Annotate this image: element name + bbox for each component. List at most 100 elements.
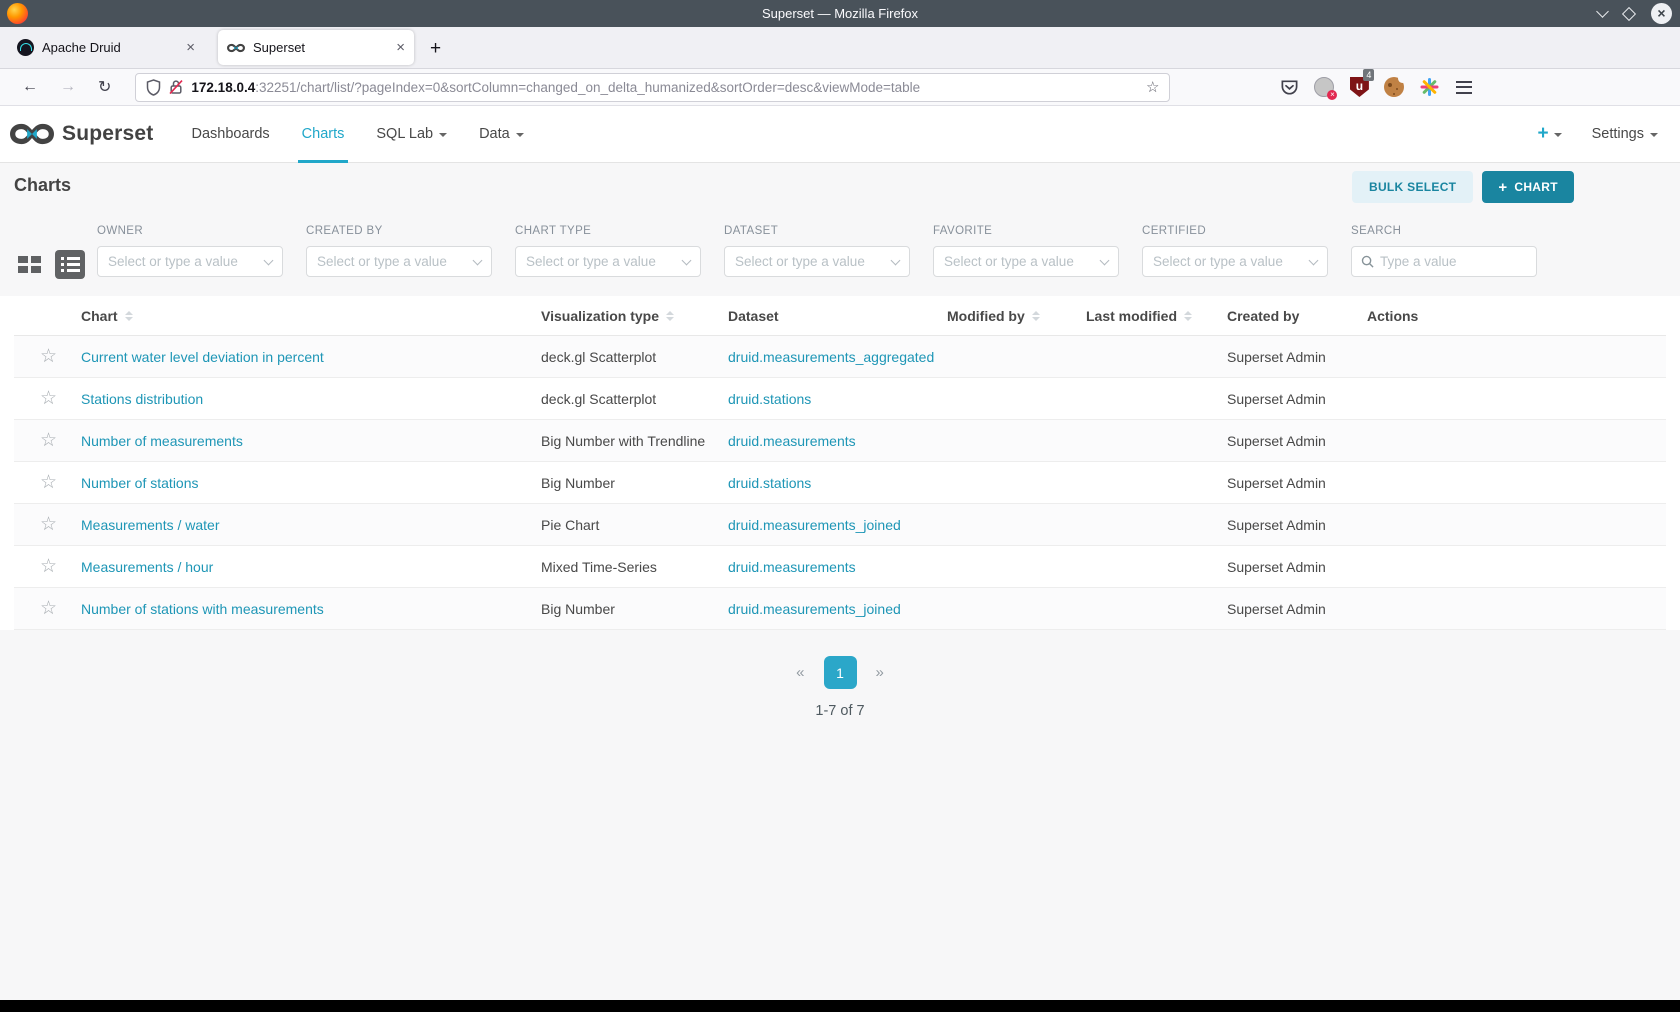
chevron-down-icon — [439, 133, 448, 137]
tab-apache-druid[interactable]: Apache Druid × — [8, 30, 204, 65]
reload-icon[interactable]: ↻ — [98, 77, 111, 97]
chevron-down-icon — [1553, 133, 1562, 137]
filter-label: FAVORITE — [933, 225, 993, 237]
chart-name-link[interactable]: Stations distribution — [81, 391, 541, 407]
chart-name-link[interactable]: Number of stations with measurements — [81, 601, 541, 617]
new-tab-button[interactable]: + — [430, 38, 441, 60]
viz-type-cell: Big Number with Trendline — [541, 432, 706, 449]
chart-name-link[interactable]: Measurements / water — [81, 517, 541, 533]
sort-icon[interactable] — [124, 310, 133, 321]
column-modified-by[interactable]: Modified by — [947, 308, 1086, 324]
superset-logo[interactable]: Superset — [10, 106, 153, 162]
chart-name-link[interactable]: Number of measurements — [81, 433, 541, 449]
favorite-star-icon[interactable]: ☆ — [14, 471, 81, 494]
select-placeholder: Select or type a value — [735, 254, 865, 269]
cookie-icon[interactable] — [1383, 74, 1408, 98]
nav-charts[interactable]: Charts — [286, 106, 361, 163]
sort-icon[interactable] — [666, 310, 674, 321]
favorite-star-icon[interactable]: ☆ — [14, 555, 81, 578]
nav-dashboards[interactable]: Dashboards — [175, 106, 285, 162]
maximize-icon[interactable] — [1621, 6, 1637, 21]
nav-data[interactable]: Data — [463, 106, 540, 162]
tracking-shield-icon[interactable] — [146, 78, 161, 96]
chart-name-link[interactable]: Measurements / hour — [81, 559, 541, 575]
chart-name-link[interactable]: Current water level deviation in percent — [81, 349, 541, 365]
tab-close-icon[interactable]: × — [186, 40, 195, 55]
sort-icon[interactable] — [1031, 310, 1040, 321]
url-bar[interactable]: 172.18.0.4:32251/chart/list/?pageIndex=0… — [135, 72, 1171, 102]
pagination-next[interactable]: » — [876, 664, 884, 681]
superset-favicon-icon — [227, 43, 245, 53]
favorite-star-icon[interactable]: ☆ — [14, 597, 81, 620]
search-icon — [1361, 255, 1374, 268]
navbar-right: + Settings — [1537, 106, 1658, 162]
column-dataset: Dataset — [728, 307, 779, 324]
filter-label: CHART TYPE — [515, 225, 592, 237]
dataset-link[interactable]: druid.stations — [728, 475, 947, 491]
view-toggle — [18, 250, 85, 279]
dataset-link[interactable]: druid.measurements_aggregated — [728, 349, 947, 365]
nav-label: Charts — [301, 126, 345, 142]
sort-icon[interactable] — [1184, 310, 1193, 321]
dataset-link[interactable]: druid.measurements_joined — [728, 517, 947, 533]
menu-icon[interactable] — [1453, 76, 1475, 98]
new-item-menu[interactable]: + — [1537, 123, 1562, 145]
filter-bar: OWNER Select or type a value CREATED BY … — [97, 225, 1560, 277]
tab-close-icon[interactable]: × — [396, 40, 405, 55]
settings-menu[interactable]: Settings — [1592, 126, 1658, 142]
column-viz-type[interactable]: Visualization type — [541, 308, 728, 324]
dataset-link[interactable]: druid.measurements — [728, 559, 947, 575]
owner-select[interactable]: Select or type a value — [97, 246, 283, 277]
created-by-cell: Superset Admin — [1227, 432, 1326, 449]
bookmark-star-icon[interactable]: ☆ — [1146, 78, 1159, 96]
page-title: Charts — [14, 175, 72, 195]
bulk-select-button[interactable]: BULK SELECT — [1352, 171, 1474, 203]
chart-name-link[interactable]: Number of stations — [81, 475, 541, 491]
chevron-down-icon — [681, 255, 692, 265]
search-input[interactable] — [1380, 254, 1557, 269]
favorite-star-icon[interactable]: ☆ — [14, 345, 81, 368]
viz-type-cell: Pie Chart — [541, 516, 600, 533]
window-title: Superset — Mozilla Firefox — [761, 6, 919, 21]
favorite-star-icon[interactable]: ☆ — [14, 387, 81, 410]
pocket-icon[interactable] — [1278, 76, 1300, 98]
insecure-lock-icon[interactable] — [169, 79, 183, 95]
favorite-star-icon[interactable]: ☆ — [14, 429, 81, 452]
pagination-prev[interactable]: « — [796, 664, 804, 681]
chart-type-select[interactable]: Select or type a value — [515, 246, 701, 277]
created-by-cell: Superset Admin — [1227, 558, 1326, 575]
minimize-icon[interactable] — [1596, 4, 1609, 18]
superset-navbar: Superset Dashboards Charts SQL Lab Data … — [0, 106, 1680, 163]
asterisk-extension-icon[interactable] — [1418, 76, 1440, 98]
table-row: ☆ Measurements / water Pie Chart druid.m… — [14, 504, 1666, 546]
pagination-summary: 1-7 of 7 — [815, 703, 865, 719]
favorite-star-icon[interactable]: ☆ — [14, 513, 81, 536]
close-icon[interactable]: × — [1651, 3, 1672, 24]
certified-select[interactable]: Select or type a value — [1142, 246, 1328, 277]
extension-icon[interactable]: × — [1313, 76, 1338, 100]
list-view-icon[interactable] — [55, 250, 85, 279]
dataset-link[interactable]: druid.measurements — [728, 433, 947, 449]
chevron-down-icon — [1650, 133, 1658, 137]
table-row: ☆ Number of stations with measurements B… — [14, 588, 1666, 630]
tab-superset[interactable]: Superset × — [218, 30, 414, 65]
back-icon[interactable]: ← — [22, 78, 38, 96]
dataset-link[interactable]: druid.stations — [728, 391, 947, 407]
add-chart-button[interactable]: + CHART — [1482, 171, 1574, 203]
filter-label: CREATED BY — [306, 225, 383, 237]
column-last-modified[interactable]: Last modified — [1086, 308, 1227, 324]
column-chart[interactable]: Chart — [81, 308, 541, 324]
dataset-link[interactable]: druid.measurements_joined — [728, 601, 947, 617]
pagination-page-1[interactable]: 1 — [823, 656, 857, 689]
forward-icon[interactable]: → — [60, 78, 76, 96]
dataset-select[interactable]: Select or type a value — [724, 246, 910, 277]
card-view-icon[interactable] — [18, 256, 41, 273]
created-by-cell: Superset Admin — [1227, 390, 1326, 407]
chevron-down-icon — [890, 255, 901, 265]
created-by-select[interactable]: Select or type a value — [306, 246, 492, 277]
nav-sql-lab[interactable]: SQL Lab — [360, 106, 463, 162]
ublock-shield-icon[interactable]: u 4 — [1348, 69, 1375, 98]
favorite-select[interactable]: Select or type a value — [933, 246, 1119, 277]
viz-type-cell: deck.gl Scatterplot — [541, 348, 657, 365]
chevron-down-icon — [1099, 255, 1110, 265]
